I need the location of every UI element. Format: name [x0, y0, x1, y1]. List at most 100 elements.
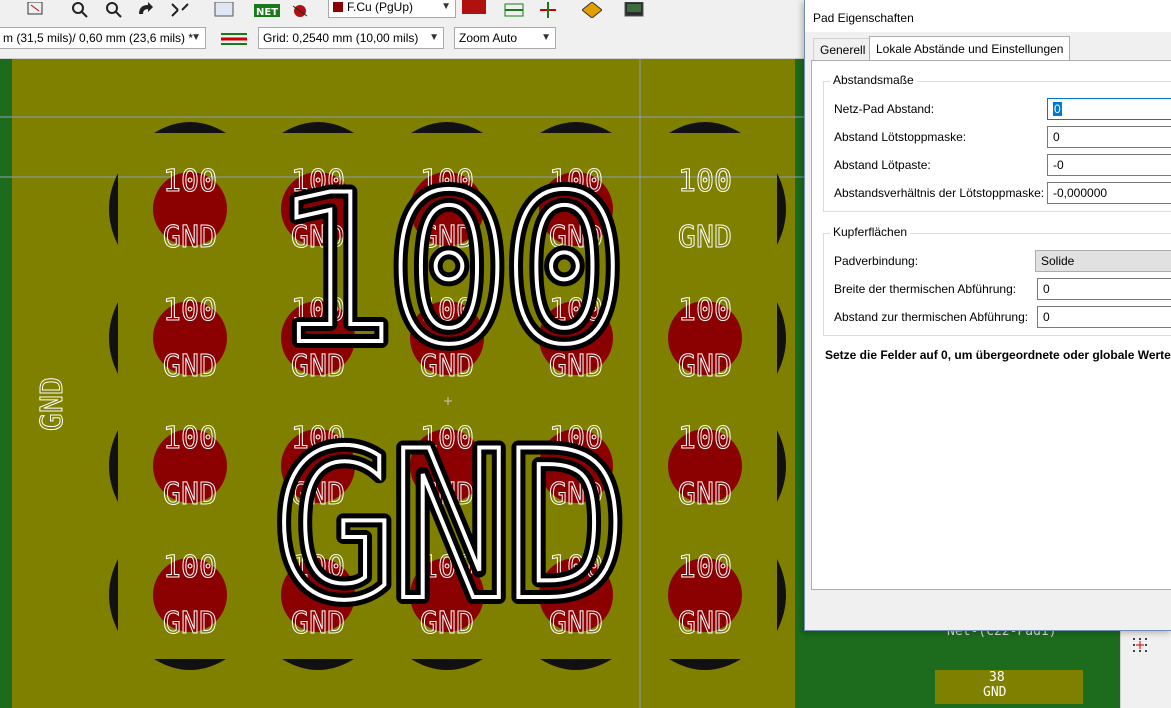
copper-zone: Net-(C22-Pad1) 38 GND: [805, 624, 1171, 708]
tab-panel: Abstandsmaße Netz-Pad Abstand: 0 Abstand…: [811, 60, 1171, 590]
solder-mask-clearance-label: Abstand Lötstoppmaske:: [834, 130, 967, 144]
pad-net-label: GND: [163, 220, 217, 255]
pad-number-label: 100: [163, 550, 217, 585]
pad-number-label: 100: [163, 164, 217, 199]
cursor-cross: [444, 397, 452, 405]
pad-edge-top: [411, 122, 483, 133]
bottom-pad-net: GND: [983, 685, 1007, 700]
thermal-gap-label: Abstand zur thermischen Abführung:: [834, 310, 1029, 324]
pad-net-label: GND: [678, 606, 732, 641]
dialog-title: Pad Eigenschaften: [813, 11, 914, 25]
pad-number-label: 100: [163, 421, 217, 456]
tab-general[interactable]: Generell: [813, 38, 873, 60]
pad-edge-bottom: [282, 659, 354, 670]
track-width-icon[interactable]: [221, 29, 247, 49]
add-via-icon[interactable]: [538, 2, 558, 18]
track-width-select[interactable]: m (31,5 mils)/ 0,60 mm (23,6 mils) * ▼: [0, 27, 206, 49]
big-net-label: GND: [274, 408, 620, 646]
thermal-width-label: Breite der thermischen Abführung:: [834, 282, 1017, 296]
pad-net-label: GND: [163, 606, 217, 641]
net-pad-clearance-input[interactable]: 0: [1047, 98, 1171, 120]
chevron-down-icon: ▼: [441, 1, 451, 12]
pad-edge-bottom: [540, 659, 612, 670]
netlist-icon[interactable]: NET: [254, 2, 282, 18]
pad-edge-top: [669, 122, 741, 133]
pad-edge-top: [282, 122, 354, 133]
pad-net-label: GND: [163, 477, 217, 512]
route-track-icon[interactable]: [504, 2, 524, 18]
pad-edge-left: [109, 430, 118, 502]
solder-mask-clearance-input[interactable]: 0: [1047, 126, 1171, 148]
solder-mask-ratio-label: Abstandsverhältnis der Lötstoppmaske:: [834, 186, 1045, 200]
zoom-in-icon[interactable]: [70, 2, 90, 18]
zoom-select-value: Zoom Auto: [459, 31, 518, 45]
pad-net-label: GND: [678, 349, 732, 384]
netlist-icon-text: NET: [256, 7, 278, 18]
drc-warning-icon[interactable]: [581, 1, 603, 19]
layer-select[interactable]: F.Cu (PgUp) ▼: [328, 0, 456, 18]
pad-net-label: GND: [678, 477, 732, 512]
grid-select-value: Grid: 0,2540 mm (10,00 mils): [263, 31, 419, 45]
pad-properties-dialog: Pad Eigenschaften Generell Lokale Abstän…: [804, 0, 1171, 631]
pad-number-label: 100: [678, 550, 732, 585]
pad-connection-select[interactable]: Solide: [1035, 250, 1171, 272]
pad-connection-label: Padverbindung:: [834, 254, 919, 268]
scripting-console-icon[interactable]: [624, 1, 644, 18]
thermal-width-input[interactable]: 0: [1037, 278, 1171, 300]
pad-edge-top: [540, 122, 612, 133]
pad-edge-right: [777, 173, 786, 245]
solder-paste-clearance-input[interactable]: -0: [1047, 154, 1171, 176]
side-net-label: GND: [35, 377, 70, 431]
grid-icon[interactable]: [1131, 636, 1153, 663]
copper-zones-group-label: Kupferflächen: [830, 225, 911, 239]
zoom-out-icon[interactable]: [104, 2, 124, 18]
clearances-group-label: Abstandsmaße: [830, 73, 917, 87]
pad-number-label: 100: [678, 421, 732, 456]
pad-edge-top: [154, 122, 226, 133]
net-pad-clearance-value: 0: [1053, 102, 1062, 116]
pad-edge-right: [777, 559, 786, 631]
layer-color-swatch: [333, 2, 343, 12]
chevron-down-icon: ▼: [541, 32, 551, 43]
pad-edge-left: [109, 302, 118, 374]
pad-edge-left: [109, 173, 118, 245]
big-number-label: 100: [272, 152, 618, 390]
tab-local-clearances[interactable]: Lokale Abstände und Einstellungen: [869, 36, 1071, 61]
pcb-drawing: 100GND100GND100GND100GND100GND100GND100G…: [0, 59, 805, 708]
pad-number-label: 100: [163, 293, 217, 328]
solder-paste-clearance-label: Abstand Lötpaste:: [834, 158, 931, 172]
pad-edge-bottom: [154, 659, 226, 670]
pad-net-label: GND: [678, 220, 732, 255]
bottom-pad: [935, 670, 1083, 704]
pad-number-label: 100: [678, 293, 732, 328]
board-setup-icon[interactable]: [26, 1, 46, 18]
bottom-pad-number: 38: [989, 670, 1005, 685]
chevron-down-icon: ▼: [191, 32, 201, 43]
find-icon[interactable]: [214, 1, 234, 18]
pad-edge-bottom: [411, 659, 483, 670]
redraw-icon[interactable]: [136, 2, 156, 18]
grid-select[interactable]: Grid: 0,2540 mm (10,00 mils) ▼: [258, 27, 444, 49]
drc-bug-icon[interactable]: [290, 2, 310, 18]
zoom-select[interactable]: Zoom Auto ▼: [454, 27, 556, 49]
net-pad-clearance-label: Netz-Pad Abstand:: [834, 102, 935, 116]
zoom-fit-icon[interactable]: [170, 2, 190, 18]
pad-edge-right: [777, 430, 786, 502]
pad-net-label: GND: [163, 349, 217, 384]
zone-strip-left: [0, 59, 12, 708]
options-toolbar: m (31,5 mils)/ 0,60 mm (23,6 mils) * ▼ Gr…: [0, 20, 805, 59]
chevron-down-icon: ▼: [429, 32, 439, 43]
right-toolbar: [1120, 630, 1171, 708]
pad-number-label: 100: [678, 164, 732, 199]
pad-edge-right: [777, 302, 786, 374]
main-toolbar: NET F.Cu (PgUp) ▼: [0, 0, 805, 20]
pad-edge-bottom: [669, 659, 741, 670]
layer-select-value: F.Cu (PgUp): [347, 0, 414, 14]
track-width-value: m (31,5 mils)/ 0,60 mm (23,6 mils) *: [3, 31, 194, 45]
solder-mask-ratio-input[interactable]: -0,000000: [1047, 182, 1171, 204]
zero-value-note: Setze die Felder auf 0, um übergeordnete…: [825, 348, 1171, 362]
layer-pair-icon[interactable]: [462, 0, 486, 14]
pcb-canvas[interactable]: 100 GND 100 GND 100 GND 100 GND 100 GND 100 GND 100 G…: [0, 59, 805, 708]
thermal-gap-input[interactable]: 0: [1037, 306, 1171, 328]
pad-edge-left: [109, 559, 118, 631]
